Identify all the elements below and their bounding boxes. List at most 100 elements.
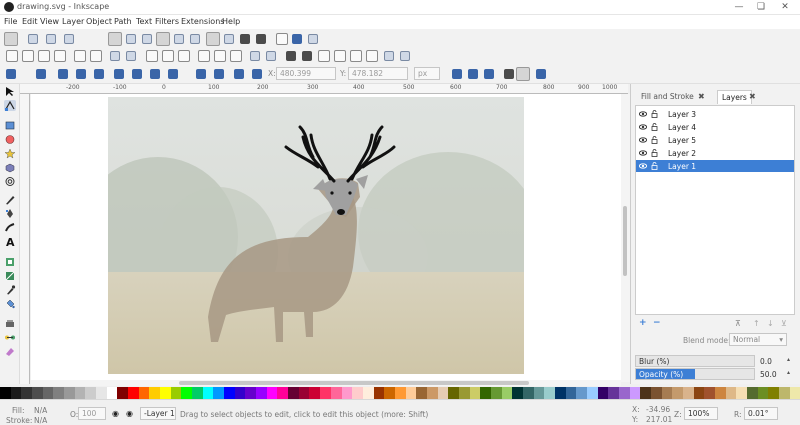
save-button[interactable] [38,50,50,62]
lock-icon[interactable] [651,149,658,157]
y-coordinate-input[interactable]: 478.182 [348,67,408,80]
palette-swatch[interactable] [416,387,427,399]
color-palette[interactable] [0,387,800,399]
menu-file[interactable]: File [4,17,17,26]
palette-swatch[interactable] [192,387,203,399]
node-symmetric-button[interactable] [168,69,178,79]
guides-toggle-button[interactable] [308,34,318,44]
blur-value[interactable]: 0.0 [760,357,772,366]
palette-swatch[interactable] [149,387,161,399]
redo-button[interactable] [126,51,136,61]
cut-button[interactable] [162,50,174,62]
palette-swatch[interactable] [352,387,363,399]
palette-swatch[interactable] [384,387,395,399]
menu-object[interactable]: Object [86,17,112,26]
node-break-button[interactable] [234,69,244,79]
3d-box-tool-icon[interactable] [4,162,16,173]
menu-extensions[interactable]: Extensions [181,17,224,26]
open-file-button[interactable] [22,50,34,62]
drawing-canvas[interactable] [31,94,621,382]
palette-swatch[interactable] [277,387,289,399]
list-item[interactable]: Layer 2 [636,147,794,159]
text-icon-button[interactable] [256,34,266,44]
palette-swatch[interactable] [597,387,609,399]
grid-toggle-button[interactable] [292,34,302,44]
tab-layers[interactable]: Layers [717,90,752,104]
node-join-button[interactable] [252,69,262,79]
close-tab-icon[interactable]: ✖ [698,92,705,101]
add-node-button[interactable] [58,69,68,79]
zoom-page-button[interactable] [230,50,242,62]
show-bbox-button[interactable] [536,69,546,79]
lower-layer-icon[interactable]: ↓ [767,319,774,328]
palette-swatch[interactable] [683,387,694,399]
menu-layer[interactable]: Layer [62,17,84,26]
menu-path[interactable]: Path [114,17,132,26]
palette-swatch[interactable] [330,387,342,399]
node-smooth-button[interactable] [150,69,160,79]
stroke-to-path-button[interactable] [224,34,234,44]
palette-swatch[interactable] [0,387,11,399]
duplicate-button[interactable] [250,51,260,61]
paint-bucket-tool-icon[interactable] [4,298,16,309]
palette-swatch[interactable] [437,387,449,399]
break-path-button[interactable] [240,34,250,44]
stepper-icon[interactable]: ▴ [787,369,790,376]
snap-button[interactable] [384,51,394,61]
palette-swatch[interactable] [21,387,33,399]
lock-icon[interactable]: ◉ [126,409,133,418]
object-opacity-input[interactable]: 100 [78,407,106,420]
palette-swatch[interactable] [85,387,97,399]
copy-button[interactable] [146,50,158,62]
palette-swatch[interactable] [298,387,310,399]
raise-node-button[interactable] [6,69,16,79]
palette-swatch[interactable] [725,387,737,399]
palette-swatch[interactable] [320,387,331,399]
star-tool-icon[interactable] [4,148,16,159]
gradient-tool-icon[interactable] [4,270,16,281]
insert-node-button[interactable] [28,34,38,44]
menu-filters[interactable]: Filters [155,17,179,26]
tweak-tool-icon[interactable] [4,318,16,329]
menu-view[interactable]: View [40,17,59,26]
undo-button[interactable] [110,51,120,61]
palette-swatch[interactable] [576,387,587,399]
eye-icon[interactable] [638,149,648,157]
eye-icon[interactable]: ◉ [112,409,119,418]
selector-tool-icon[interactable] [4,86,16,97]
eraser-tool-icon[interactable] [4,346,16,357]
palette-swatch[interactable] [10,387,22,399]
circle-tool-icon[interactable] [4,134,16,145]
blend-mode-select[interactable]: Normal ▾ [729,333,787,346]
distribute-nodes-button[interactable] [114,69,124,79]
palette-swatch[interactable] [789,387,800,399]
palette-swatch[interactable] [245,387,257,399]
palette-swatch[interactable] [341,387,353,399]
paste-button[interactable] [178,50,190,62]
palette-swatch[interactable] [96,387,107,399]
palette-swatch[interactable] [768,387,780,399]
palette-swatch[interactable] [160,387,171,399]
palette-swatch[interactable] [565,387,577,399]
zoom-input[interactable]: 100% [684,407,718,420]
fill-stroke-button[interactable] [286,51,296,61]
eye-icon[interactable] [638,162,648,170]
close-tab-icon[interactable]: ✖ [749,92,756,101]
palette-swatch[interactable] [650,387,662,399]
opacity-value[interactable]: 50.0 [760,370,777,379]
auto-smooth-node-button[interactable] [156,32,170,46]
vertical-scroll-thumb[interactable] [623,206,627,276]
rectangle-tool-icon[interactable] [4,120,16,131]
list-item[interactable]: Layer 3 [636,108,794,120]
maximize-button[interactable]: ❏ [750,1,772,13]
palette-swatch[interactable] [608,387,619,399]
new-document-button[interactable] [6,50,18,62]
menu-help[interactable]: Help [222,17,240,26]
palette-swatch[interactable] [373,387,385,399]
palette-swatch[interactable] [522,387,534,399]
palette-swatch[interactable] [309,387,321,399]
palette-swatch[interactable] [661,387,673,399]
palette-swatch[interactable] [618,387,630,399]
palette-swatch[interactable] [469,387,481,399]
node-line-button[interactable] [196,69,206,79]
